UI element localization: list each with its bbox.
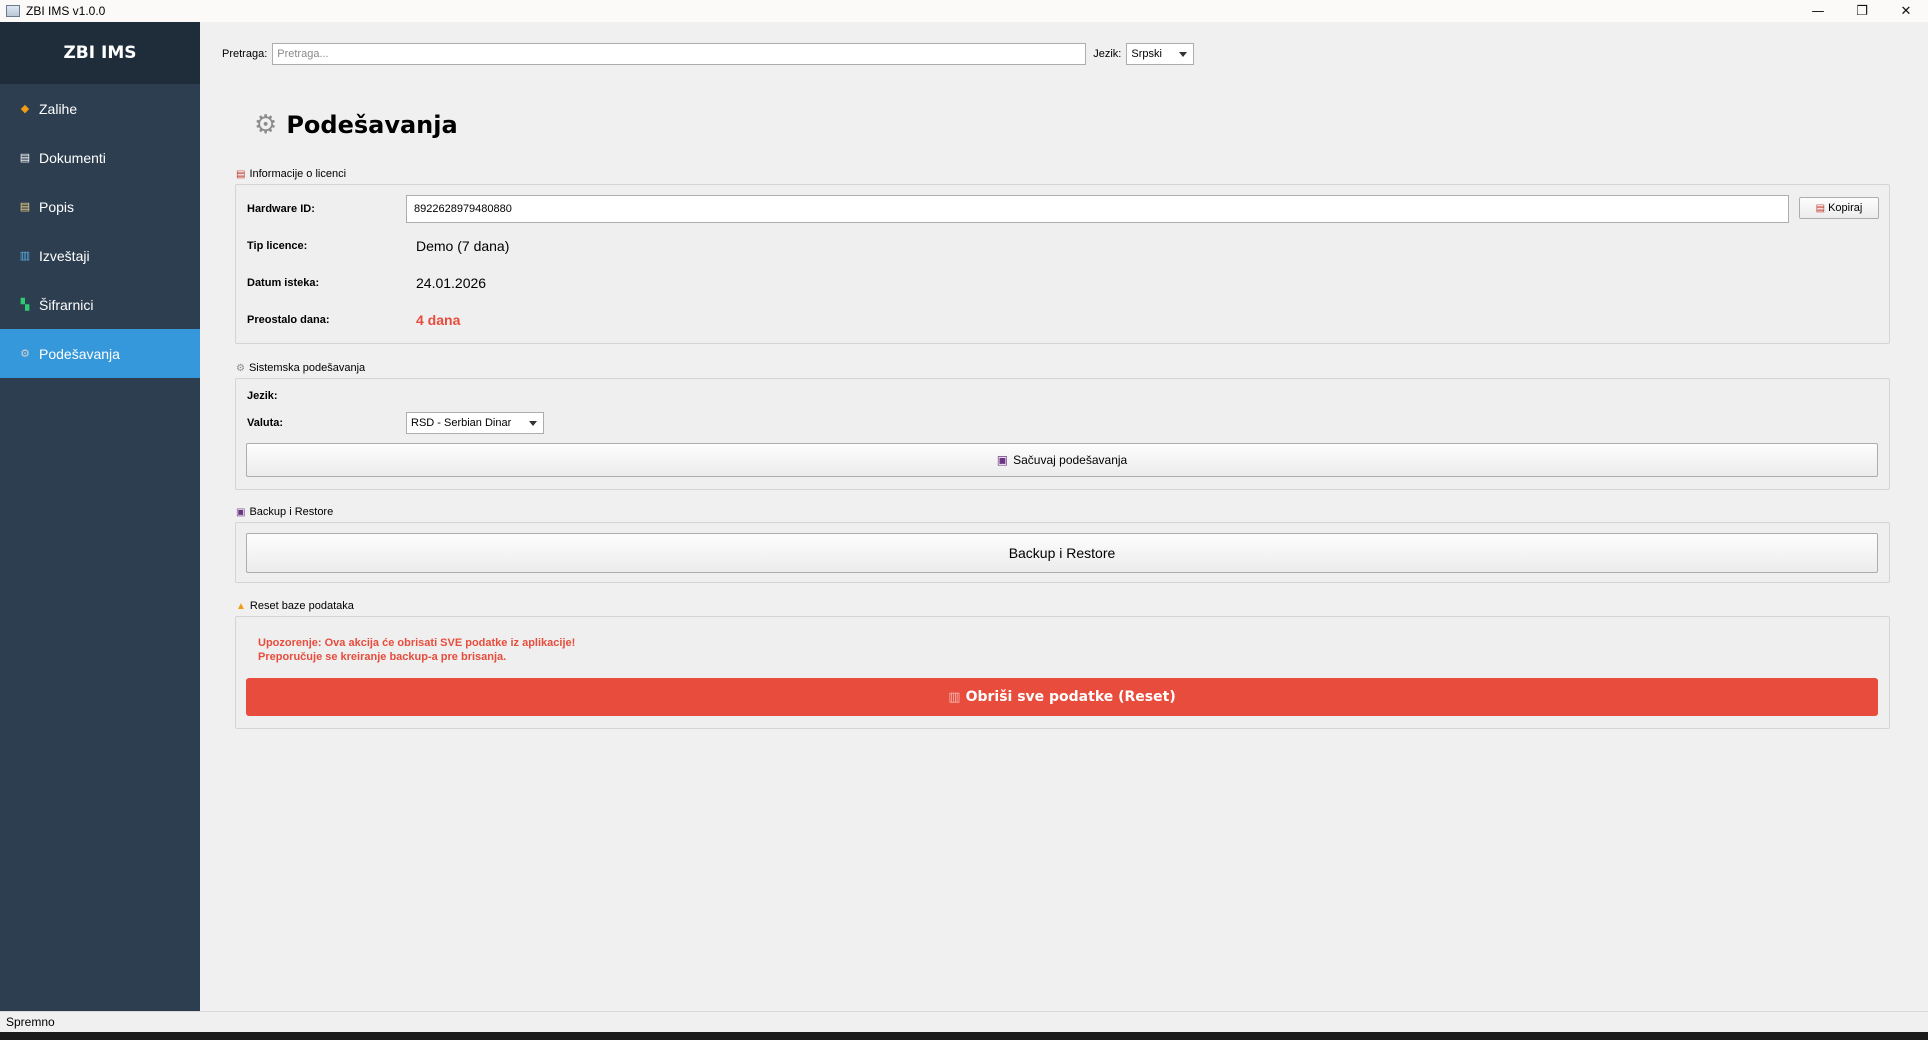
sidebar-item-label: Popis <box>39 198 75 215</box>
days-left-value: 4 dana <box>416 312 461 328</box>
chevron-down-icon <box>529 421 537 426</box>
reset-database-button[interactable]: ▥ Obriši sve podatke (Reset) <box>246 678 1878 716</box>
window-title: ZBI IMS v1.0.0 <box>26 4 106 18</box>
window-controls: — ❐ ✕ <box>1796 0 1928 22</box>
language-label: Jezik: <box>1093 48 1122 60</box>
gear-icon: ⚙ <box>254 110 278 140</box>
gear-icon: ⚙ <box>236 362 245 374</box>
search-label: Pretraga: <box>222 48 268 60</box>
app-window-icon <box>6 5 20 17</box>
sidebar-item-label: Podešavanja <box>39 345 120 362</box>
chart-icon: ▥ <box>19 250 31 262</box>
license-type-label: Tip licence: <box>247 240 308 252</box>
search-input[interactable] <box>272 43 1087 65</box>
reset-group: Upozorenje: Ova akcija će obrisati SVE p… <box>235 616 1890 729</box>
minimize-button[interactable]: — <box>1796 0 1840 22</box>
reset-group-label: Reset baze podataka <box>249 600 354 612</box>
license-group-label: Informacije o licenci <box>249 168 347 180</box>
reset-group-title: ▲ Reset baze podataka <box>236 600 354 612</box>
system-group-title: ⚙ Sistemska podešavanja <box>236 362 365 374</box>
sidebar-item-label: Šifrarnici <box>39 296 94 313</box>
maximize-button[interactable]: ❐ <box>1840 0 1884 22</box>
sidebar-item-podesavanja[interactable]: ⚙ Podešavanja <box>0 329 200 378</box>
backup-group-title: ▣ Backup i Restore <box>236 506 333 518</box>
system-group-label: Sistemska podešavanja <box>248 362 366 374</box>
chevron-down-icon <box>1179 52 1188 57</box>
system-language-label: Jezik: <box>247 390 278 402</box>
status-text: Spremno <box>6 1015 55 1029</box>
save-settings-label: Sačuvaj podešavanja <box>1013 453 1128 467</box>
sidebar-item-sifrarnici[interactable]: ▚ Šifrarnici <box>0 280 200 329</box>
clipboard-icon: ▤ <box>1815 202 1826 214</box>
clipboard-icon: ▤ <box>19 201 31 213</box>
certificate-icon: ▤ <box>236 168 246 180</box>
floppy-disk-icon: ▣ <box>236 506 246 518</box>
floppy-disk-icon: ▣ <box>996 453 1009 467</box>
sidebar-item-dokumenti[interactable]: ▤ Dokumenti <box>0 133 200 182</box>
reset-warning-line-1: Upozorenje: Ova akcija će obrisati SVE p… <box>258 637 576 649</box>
sidebar: ZBI IMS ◆ Zalihe ▤ Dokumenti ▤ Popis ▥ I… <box>0 22 200 1011</box>
copy-button[interactable]: ▤ Kopiraj <box>1799 197 1879 219</box>
status-bar: Spremno <box>0 1011 1928 1032</box>
page-title: Podešavanja <box>286 111 458 139</box>
sidebar-item-label: Zalihe <box>39 100 78 117</box>
backup-restore-button[interactable]: Backup i Restore <box>246 533 1878 573</box>
page-header: ⚙ Podešavanja <box>254 110 458 140</box>
days-left-label: Preostalo dana: <box>247 314 330 326</box>
license-type-value: Demo (7 dana) <box>416 238 510 254</box>
expiry-date-value: 24.01.2026 <box>416 275 487 291</box>
close-button[interactable]: ✕ <box>1884 0 1928 22</box>
save-settings-button[interactable]: ▣ Sačuvaj podešavanja <box>246 443 1878 477</box>
sidebar-item-label: Izveštaji <box>39 247 90 264</box>
box-icon: ◆ <box>20 103 30 115</box>
system-group: Jezik: Valuta: RSD - Serbian Dinar ▣ Sač… <box>235 378 1890 490</box>
gear-icon: ⚙ <box>20 348 30 360</box>
license-group-title: ▤ Informacije o licenci <box>236 168 346 180</box>
hardware-id-field[interactable]: 8922628979480880 <box>406 195 1789 223</box>
copy-button-label: Kopiraj <box>1828 202 1863 214</box>
language-select[interactable]: Srpski <box>1126 43 1195 65</box>
window-title-bar: ZBI IMS v1.0.0 — ❐ ✕ <box>0 0 1928 22</box>
reset-warning-line-2: Preporučuje se kreiranje backup-a pre br… <box>258 651 507 663</box>
sidebar-item-izvestaji[interactable]: ▥ Izveštaji <box>0 231 200 280</box>
expiry-date-label: Datum isteka: <box>247 277 320 289</box>
warning-icon: ▲ <box>236 600 246 612</box>
hardware-id-label: Hardware ID: <box>247 203 315 215</box>
currency-label: Valuta: <box>247 417 284 429</box>
blocks-icon: ▚ <box>20 299 30 311</box>
sidebar-item-popis[interactable]: ▤ Popis <box>0 182 200 231</box>
app-brand: ZBI IMS <box>0 22 200 84</box>
reset-database-label: Obriši sve podatke (Reset) <box>965 689 1176 705</box>
taskbar-strip <box>0 1032 1928 1040</box>
reset-warning: Upozorenje: Ova akcija će obrisati SVE p… <box>258 636 575 664</box>
document-icon: ▤ <box>19 152 31 164</box>
sidebar-item-label: Dokumenti <box>39 149 106 166</box>
backup-group: Backup i Restore <box>235 522 1890 583</box>
backup-group-label: Backup i Restore <box>249 506 334 518</box>
sidebar-item-zalihe[interactable]: ◆ Zalihe <box>0 84 200 133</box>
currency-select-value: RSD - Serbian Dinar <box>411 417 512 429</box>
currency-select[interactable]: RSD - Serbian Dinar <box>406 412 544 434</box>
license-group: Hardware ID: 8922628979480880 ▤ Kopiraj … <box>235 184 1890 344</box>
top-toolbar: Pretraga: Jezik: Srpski <box>222 42 1195 66</box>
trash-icon: ▥ <box>948 689 961 705</box>
language-select-value: Srpski <box>1131 48 1162 60</box>
